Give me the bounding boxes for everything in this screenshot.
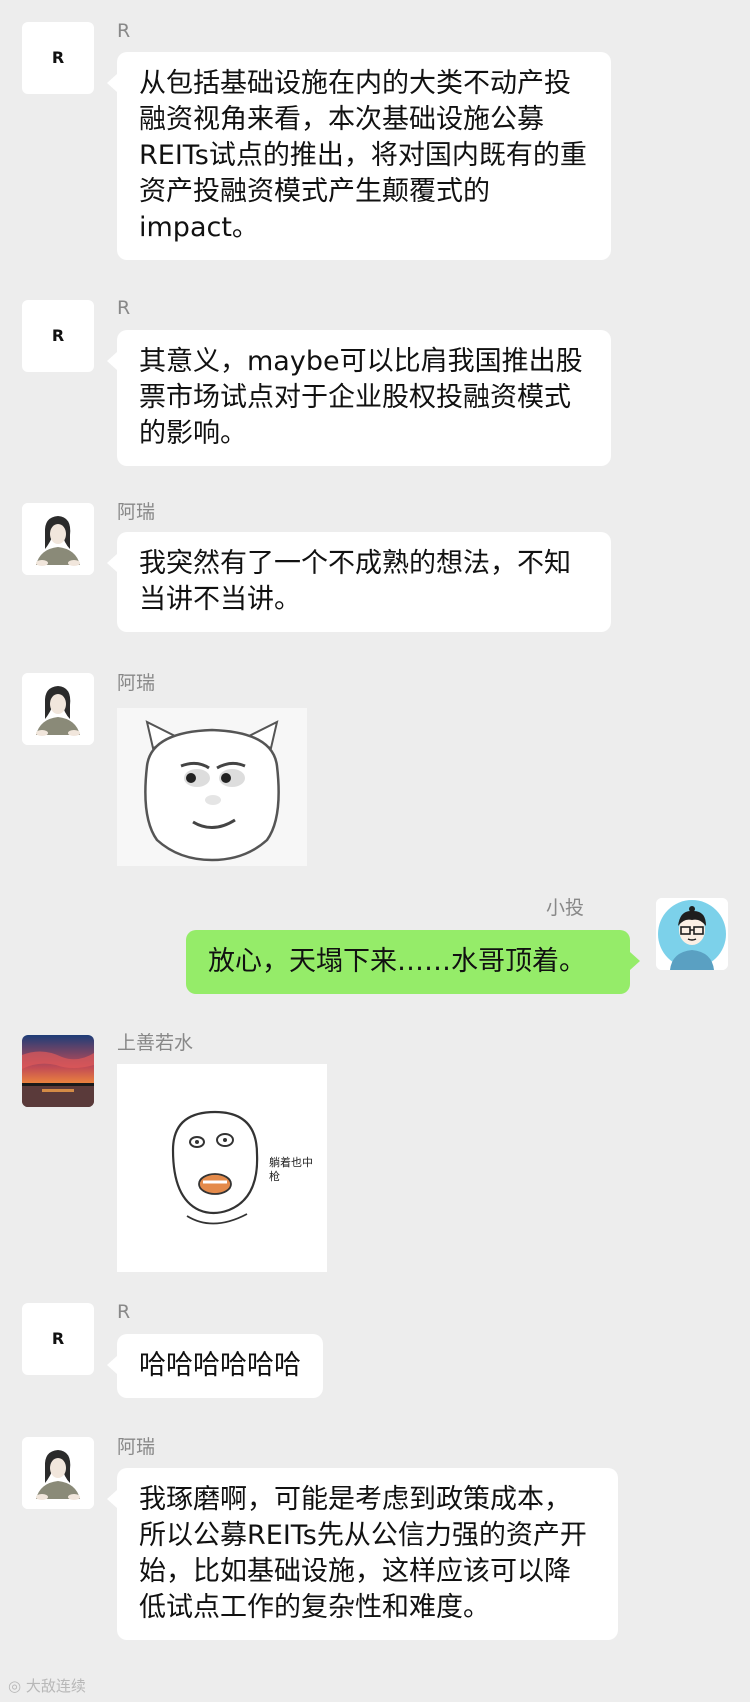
sender-name: 阿瑞 <box>117 672 156 694</box>
sender-name: R <box>117 20 131 42</box>
avatar-arui[interactable] <box>22 673 94 745</box>
message-bubble[interactable]: 放心，天塌下来……水哥顶着。 <box>186 930 640 994</box>
avatar-r[interactable]: R <box>22 1303 94 1375</box>
sender-name: R <box>117 297 131 319</box>
sender-name: 小投 <box>545 897 584 919</box>
watermark-logo-icon: ◎ <box>8 1677 22 1695</box>
message-bubble[interactable]: 我突然有了一个不成熟的想法，不知当讲不当讲。 <box>107 532 611 632</box>
sender-name: R <box>117 1301 131 1323</box>
avatar-letter: R <box>51 48 65 67</box>
watermark: ◎ 大敌连续 <box>8 1675 86 1696</box>
avatar-r[interactable]: R <box>22 22 94 94</box>
girl-avatar-icon <box>22 1437 94 1509</box>
sticker-caption: 躺着也中枪 <box>269 1156 313 1183</box>
girl-avatar-icon <box>22 503 94 575</box>
watermark-text: 大敌连续 <box>25 1677 86 1695</box>
message-bubble[interactable]: 我琢磨啊，可能是考虑到政策成本，所以公募REITs先从公信力强的资产开始，比如基… <box>107 1468 618 1640</box>
avatar-letter: R <box>51 326 65 345</box>
avatar-letter: R <box>51 1329 65 1348</box>
girl-avatar-icon <box>22 673 94 745</box>
shot-while-lying-down-sticker[interactable]: 躺着也中枪 <box>117 1064 327 1272</box>
avatar-arui[interactable] <box>22 503 94 575</box>
avatar-shangshanruoshui[interactable] <box>22 1035 94 1107</box>
avatar-r[interactable]: R <box>22 300 94 372</box>
sender-name: 上善若水 <box>117 1032 194 1054</box>
avatar-xiaotou[interactable] <box>656 898 728 970</box>
smirking-pig-face-sticker[interactable] <box>117 708 307 866</box>
message-bubble[interactable]: 哈哈哈哈哈哈 <box>107 1334 323 1398</box>
avatar-arui[interactable] <box>22 1437 94 1509</box>
sender-name: 阿瑞 <box>117 1436 156 1458</box>
message-bubble[interactable]: 其意义，maybe可以比肩我国推出股票市场试点对于企业股权投融资模式的影响。 <box>107 330 611 466</box>
pig-face-image <box>117 708 307 866</box>
message-bubble[interactable]: 从包括基础设施在内的大类不动产投融资视角来看，本次基础设施公募REITs试点的推… <box>107 52 611 260</box>
boy-cartoon-avatar-icon <box>656 898 728 970</box>
sunset-avatar-icon <box>22 1035 94 1107</box>
sender-name: 阿瑞 <box>117 501 156 523</box>
